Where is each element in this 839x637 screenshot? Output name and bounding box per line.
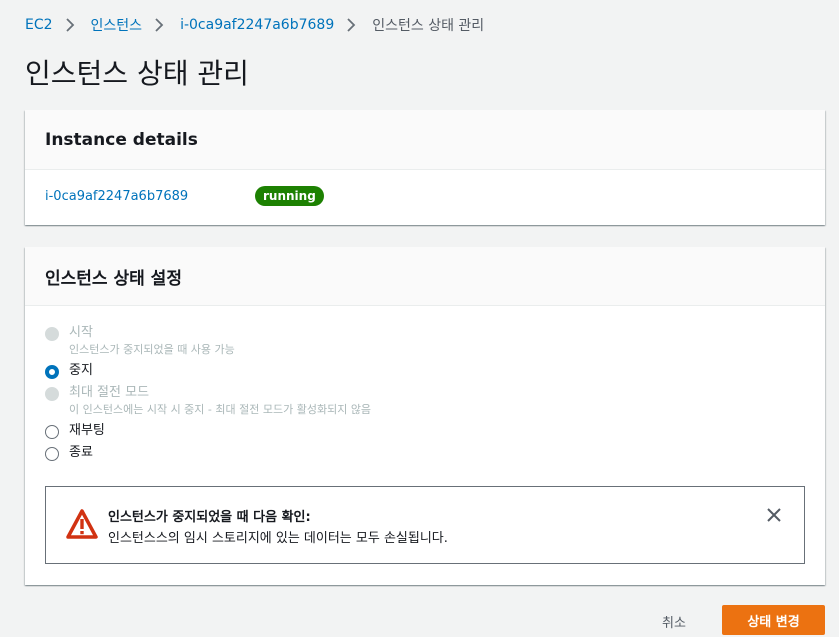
breadcrumb: EC2 인스턴스 i-0ca9af2247a6b7689 인스턴스 상태 관리 — [25, 15, 484, 35]
radio-label-start: 시작 — [69, 325, 93, 340]
close-icon[interactable] — [766, 507, 782, 527]
instance-id-link[interactable]: i-0ca9af2247a6b7689 — [45, 189, 255, 204]
chevron-right-icon — [346, 18, 360, 32]
radio-label-stop[interactable]: 중지 — [69, 362, 93, 380]
radio-label-hibernate: 최대 절전 모드 — [69, 385, 150, 400]
warning-alert: 인스턴스가 중지되었을 때 다음 확인: 인스턴스스의 임시 스토리지에 있는 … — [45, 486, 805, 564]
radio-label-terminate[interactable]: 종료 — [69, 444, 93, 462]
breadcrumb-current: 인스턴스 상태 관리 — [372, 18, 485, 34]
radio-option-terminate[interactable]: 종료 — [45, 444, 805, 462]
breadcrumb-ec2[interactable]: EC2 — [25, 17, 53, 33]
radio-hibernate — [45, 387, 59, 401]
radio-option-stop[interactable]: 중지 — [45, 362, 805, 380]
radio-option-hibernate: 최대 절전 모드 이 인스턴스에는 시작 시 중지 - 최대 절전 모드가 활성… — [45, 384, 805, 418]
radio-desc-hibernate: 이 인스턴스에는 시작 시 중지 - 최대 절전 모드가 활성화되지 않음 — [69, 403, 372, 416]
status-badge: running — [255, 186, 324, 206]
radio-label-reboot[interactable]: 재부팅 — [69, 422, 105, 440]
cancel-button[interactable]: 취소 — [662, 612, 686, 631]
instance-details-header: Instance details — [25, 110, 825, 170]
radio-desc-start: 인스턴스가 중지되었을 때 사용 가능 — [69, 343, 235, 356]
radio-stop[interactable] — [45, 365, 59, 379]
breadcrumb-instance-id[interactable]: i-0ca9af2247a6b7689 — [180, 17, 334, 33]
breadcrumb-instances[interactable]: 인스턴스 — [91, 15, 143, 35]
alert-title: 인스턴스가 중지되었을 때 다음 확인: — [108, 510, 311, 525]
state-radio-group: 시작 인스턴스가 중지되었을 때 사용 가능 중지 최대 절전 모드 이 인스턴… — [25, 306, 825, 462]
warning-icon — [66, 509, 98, 543]
page-title: 인스턴스 상태 관리 — [25, 57, 249, 90]
state-settings-title: 인스턴스 상태 설정 — [45, 268, 182, 289]
alert-message: 인스턴스스의 임시 스토리지에 있는 데이터는 모두 손실됩니다. — [108, 531, 448, 546]
radio-option-reboot[interactable]: 재부팅 — [45, 422, 805, 440]
radio-reboot[interactable] — [45, 425, 59, 439]
chevron-right-icon — [65, 18, 79, 32]
radio-start — [45, 327, 59, 341]
radio-option-start: 시작 인스턴스가 중지되었을 때 사용 가능 — [45, 324, 805, 358]
instance-details-title: Instance details — [45, 129, 198, 150]
instance-details-row: i-0ca9af2247a6b7689 running — [25, 170, 825, 222]
radio-terminate[interactable] — [45, 447, 59, 461]
change-state-button[interactable]: 상태 변경 — [722, 605, 825, 635]
instance-details-panel: Instance details i-0ca9af2247a6b7689 run… — [25, 110, 825, 225]
chevron-right-icon — [154, 18, 168, 32]
state-settings-header: 인스턴스 상태 설정 — [25, 247, 825, 306]
state-settings-panel: 인스턴스 상태 설정 시작 인스턴스가 중지되었을 때 사용 가능 중지 최대 … — [25, 247, 825, 585]
